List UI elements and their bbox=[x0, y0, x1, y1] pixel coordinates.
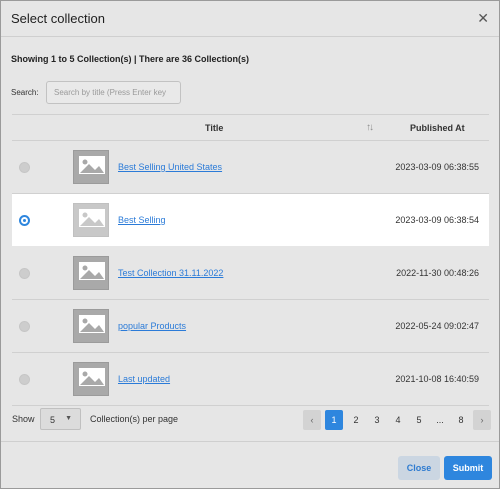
caret-down-icon: ▼ bbox=[65, 415, 72, 422]
page-size-value: 5 bbox=[50, 415, 56, 425]
modal-header: Select collection ✕ bbox=[1, 1, 499, 37]
published-date: 2022-11-30 00:48:26 bbox=[396, 268, 479, 278]
row-radio-selected[interactable] bbox=[19, 215, 30, 226]
page-1-button[interactable]: 1 bbox=[325, 410, 343, 430]
sort-arrows-icon[interactable]: ↑↓ bbox=[366, 122, 374, 133]
table-row[interactable]: Best Selling 2023-03-09 06:38:54 bbox=[12, 194, 489, 247]
table-row[interactable]: Test Collection 31.11.2022 2022-11-30 00… bbox=[12, 247, 489, 300]
row-radio[interactable] bbox=[19, 162, 30, 173]
collection-title-link[interactable]: Test Collection 31.11.2022 bbox=[118, 268, 223, 278]
published-date: 2023-03-09 06:38:55 bbox=[395, 162, 479, 172]
next-page-button[interactable]: › bbox=[473, 410, 491, 430]
column-header-published-at: Published At bbox=[410, 123, 465, 133]
page-8-button[interactable]: 8 bbox=[452, 410, 470, 430]
published-date: 2022-05-24 09:02:47 bbox=[395, 321, 479, 331]
table-row[interactable]: popular Products 2022-05-24 09:02:47 bbox=[12, 300, 489, 353]
prev-page-button[interactable]: ‹ bbox=[303, 410, 321, 430]
page-5-button[interactable]: 5 bbox=[410, 410, 428, 430]
modal-footer-divider bbox=[1, 441, 499, 442]
image-placeholder-icon bbox=[73, 362, 109, 396]
published-date: 2021-10-08 16:40:59 bbox=[395, 374, 479, 384]
search-input[interactable] bbox=[46, 81, 181, 104]
image-placeholder-icon bbox=[73, 309, 109, 343]
page-3-button[interactable]: 3 bbox=[368, 410, 386, 430]
close-button[interactable]: Close bbox=[398, 456, 440, 480]
page-ellipsis: ... bbox=[436, 415, 444, 425]
collection-title-link[interactable]: popular Products bbox=[118, 321, 186, 331]
per-page-label: Collection(s) per page bbox=[90, 414, 179, 424]
submit-button[interactable]: Submit bbox=[444, 456, 492, 480]
collection-title-link[interactable]: Best Selling United States bbox=[118, 162, 222, 172]
page-size-select[interactable]: 5 ▼ bbox=[40, 408, 81, 430]
row-radio[interactable] bbox=[19, 374, 30, 385]
page-2-button[interactable]: 2 bbox=[347, 410, 365, 430]
show-label: Show bbox=[12, 414, 35, 424]
page-4-button[interactable]: 4 bbox=[389, 410, 407, 430]
close-icon[interactable]: ✕ bbox=[477, 11, 489, 25]
search-label: Search: bbox=[11, 88, 39, 97]
row-radio[interactable] bbox=[19, 268, 30, 279]
select-collection-modal: Select collection ✕ Showing 1 to 5 Colle… bbox=[0, 0, 500, 489]
image-placeholder-icon bbox=[73, 150, 109, 184]
table-row[interactable]: Best Selling United States 2023-03-09 06… bbox=[12, 141, 489, 194]
published-date: 2023-03-09 06:38:54 bbox=[395, 215, 479, 225]
table-row[interactable]: Last updated 2021-10-08 16:40:59 bbox=[12, 353, 489, 406]
table-header: Title ↑↓ Published At bbox=[12, 114, 489, 141]
collection-count-summary: Showing 1 to 5 Collection(s) | There are… bbox=[11, 54, 250, 64]
image-placeholder-icon bbox=[73, 203, 109, 237]
modal-title: Select collection bbox=[11, 11, 105, 26]
column-header-title: Title bbox=[205, 123, 224, 133]
row-radio[interactable] bbox=[19, 321, 30, 332]
collection-title-link[interactable]: Best Selling bbox=[118, 215, 166, 225]
collection-title-link[interactable]: Last updated bbox=[118, 374, 170, 384]
image-placeholder-icon bbox=[73, 256, 109, 290]
